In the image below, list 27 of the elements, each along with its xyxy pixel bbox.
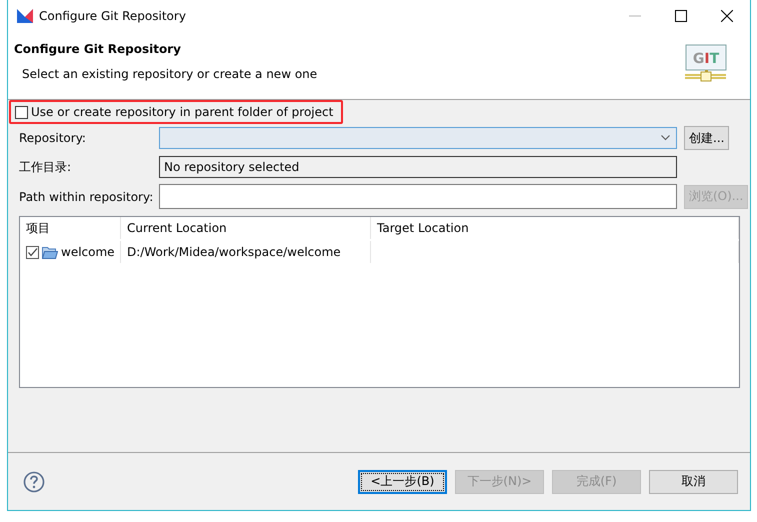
app-logo-icon: [17, 8, 33, 24]
dialog-button[interactable]: 取消: [649, 470, 738, 494]
help-icon[interactable]: [23, 470, 45, 492]
create-button[interactable]: 创建...: [684, 126, 730, 150]
checkbox-label[interactable]: Use or create repository in parent folder of project: [31, 105, 334, 119]
column-header: Current Location: [121, 217, 371, 239]
chevron-down-icon: [661, 135, 670, 141]
page-title: Configure Git Repository: [14, 42, 182, 56]
row-checkbox[interactable]: [26, 246, 39, 258]
dialog-button: 完成(F): [552, 470, 641, 494]
column-header: 项目: [20, 217, 121, 239]
dialog-button: 下一步(N)>: [455, 470, 544, 494]
readonly-field: No repository selected: [159, 156, 677, 178]
page-description: Select an existing repository or create a new one: [22, 67, 318, 81]
checkbox[interactable]: [15, 106, 28, 118]
field-label: 工作目录:: [19, 158, 72, 176]
maximize-icon[interactable]: [675, 10, 687, 22]
folder-icon: [42, 246, 58, 258]
table-cell: welcome: [61, 245, 115, 259]
field-label: Path within repository:: [19, 190, 152, 204]
close-icon[interactable]: [721, 10, 733, 22]
input-field[interactable]: [159, 184, 677, 209]
column-header: Target Location: [371, 217, 739, 239]
dialog-button[interactable]: <上一步(B): [358, 470, 447, 494]
window-title: Configure Git Repository: [39, 9, 186, 23]
field-label: Repository:: [19, 131, 87, 145]
table-cell: D:/Work/Midea/workspace/welcome: [121, 241, 371, 263]
